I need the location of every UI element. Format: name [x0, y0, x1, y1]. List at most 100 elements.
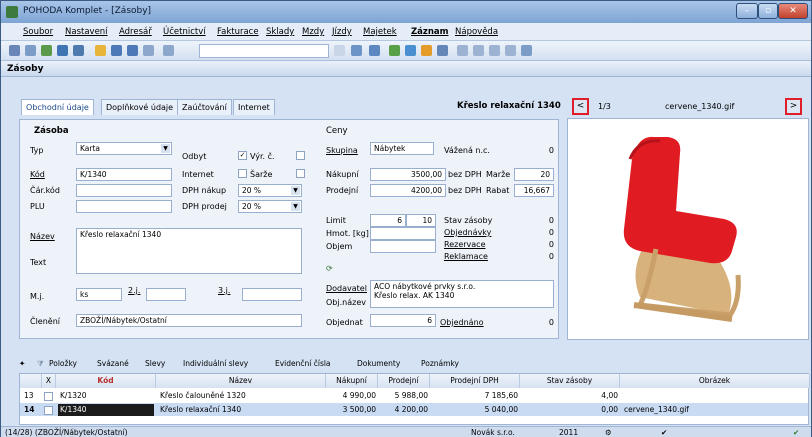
- carkod-field[interactable]: [76, 184, 172, 197]
- toolbar-icon[interactable]: [57, 45, 68, 56]
- mj2-field[interactable]: [146, 288, 186, 301]
- skupina-field[interactable]: Nábytek: [370, 142, 434, 155]
- status-gear-icon[interactable]: ⚙: [605, 428, 612, 437]
- toolbar-icon[interactable]: [41, 45, 52, 56]
- cell-stav[interactable]: 0,00: [520, 404, 618, 416]
- tab-zauctovani[interactable]: Zaúčtování: [177, 99, 232, 115]
- objednavky-link[interactable]: Objednávky: [444, 228, 491, 237]
- menu-fakturace[interactable]: Fakturace: [217, 27, 259, 37]
- toolbar-icon[interactable]: [73, 45, 84, 56]
- tab-internet[interactable]: Internet: [233, 99, 275, 115]
- row-checkbox[interactable]: [44, 392, 53, 401]
- toolbar-icon[interactable]: [421, 45, 432, 56]
- tab-slevy[interactable]: Slevy: [145, 359, 165, 368]
- column-header-nakupni[interactable]: Nákupní: [326, 374, 378, 388]
- vyr-cislo-extra-checkbox[interactable]: [296, 151, 305, 160]
- toolbar-icon[interactable]: [163, 45, 174, 56]
- toolbar-icon[interactable]: [25, 45, 36, 56]
- cell-obrazek[interactable]: cervene_1340.gif: [624, 404, 689, 416]
- row-checkbox[interactable]: [44, 406, 53, 415]
- cell-nazev[interactable]: Křeslo čalouněné 1320: [160, 390, 246, 402]
- cell-stav[interactable]: 4,00: [520, 390, 618, 402]
- toolbar-icon[interactable]: [143, 45, 154, 56]
- toolbar-icon[interactable]: [127, 45, 138, 56]
- cell-kod[interactable]: K/1320: [60, 390, 87, 402]
- toolbar-icon[interactable]: [369, 45, 380, 56]
- cell-nakupni[interactable]: 3 500,00: [326, 404, 376, 416]
- menu-adresar[interactable]: Adresář: [119, 27, 152, 37]
- mj-field[interactable]: ks: [76, 288, 122, 301]
- mj3-field[interactable]: [242, 288, 302, 301]
- minimize-button[interactable]: –: [736, 3, 758, 19]
- toolbar-icon[interactable]: [521, 45, 532, 56]
- toolbar-icon[interactable]: [111, 45, 122, 56]
- tab-evidencni-cisla[interactable]: Evidenční čísla: [275, 359, 331, 368]
- tab-svazane[interactable]: Svázané: [97, 359, 129, 368]
- column-header-stav[interactable]: Stav zásoby: [520, 374, 620, 388]
- column-header-prodejni[interactable]: Prodejní: [378, 374, 430, 388]
- cell-nazev[interactable]: Křeslo relaxační 1340: [160, 404, 241, 416]
- marze-field[interactable]: 20: [514, 168, 554, 181]
- toolbar-icon[interactable]: [389, 45, 400, 56]
- reklamace-link[interactable]: Reklamace: [444, 252, 488, 261]
- column-header-x[interactable]: X: [42, 374, 56, 388]
- dodavatel-field[interactable]: ACO nábytkové prvky s.r.o. Křeslo relax. …: [370, 280, 554, 308]
- column-header-prodejni-dph[interactable]: Prodejní DPH: [430, 374, 520, 388]
- rezervace-link[interactable]: Rezervace: [444, 240, 486, 249]
- menu-napoveda[interactable]: Nápověda: [455, 27, 498, 37]
- next-image-button[interactable]: >: [785, 98, 802, 115]
- limit-min-field[interactable]: 6: [370, 214, 406, 227]
- objednano-link[interactable]: Objednáno: [440, 318, 484, 327]
- cell-prodejni-dph[interactable]: 7 185,60: [430, 390, 518, 402]
- close-button[interactable]: ✕: [778, 3, 808, 19]
- menu-ucetnictvi[interactable]: Účetnictví: [163, 27, 206, 37]
- limit-max-field[interactable]: 10: [406, 214, 436, 227]
- rabat-field[interactable]: 16,667: [514, 184, 554, 197]
- sarze-checkbox[interactable]: [296, 169, 305, 178]
- tab-polozky[interactable]: Položky: [49, 359, 77, 368]
- menu-mzdy[interactable]: Mzdy: [302, 27, 324, 37]
- tab-individualni-slevy[interactable]: Individuální slevy: [183, 359, 248, 368]
- cell-prodejni[interactable]: 5 988,00: [378, 390, 428, 402]
- nazev-field[interactable]: Křeslo relaxační 1340: [76, 228, 302, 274]
- tab-poznamky[interactable]: Poznámky: [421, 359, 459, 368]
- objem-field[interactable]: [370, 240, 436, 253]
- toolbar-icon[interactable]: [405, 45, 416, 56]
- objednat-field[interactable]: 6: [370, 314, 436, 327]
- menu-sklady[interactable]: Sklady: [266, 27, 294, 37]
- cell-kod[interactable]: K/1340: [58, 404, 154, 416]
- cell-prodejni-dph[interactable]: 5 040,00: [430, 404, 518, 416]
- hmot-field[interactable]: [370, 227, 436, 240]
- toolbar-icon[interactable]: [457, 45, 468, 56]
- toolbar-icon[interactable]: [505, 45, 516, 56]
- toolbar-icon[interactable]: [95, 45, 106, 56]
- cell-prodejni[interactable]: 4 200,00: [378, 404, 428, 416]
- typ-select[interactable]: Karta ▼: [76, 142, 172, 155]
- dropdown-icon[interactable]: [334, 45, 345, 56]
- maximize-button[interactable]: ▫: [758, 3, 778, 19]
- toolbar-icon[interactable]: [351, 45, 362, 56]
- dph-prodej-select[interactable]: 20 % ▼: [238, 200, 302, 213]
- tab-doplnkove-udaje[interactable]: Doplňkové údaje: [101, 99, 179, 115]
- filter-icon[interactable]: ⧩: [37, 359, 44, 369]
- column-header-kod[interactable]: Kód: [56, 374, 156, 388]
- cleneni-field[interactable]: ZBOŽÍ/Nábytek/Ostatní: [76, 314, 302, 327]
- prodejni-field[interactable]: 4200,00: [370, 184, 446, 197]
- add-row-icon[interactable]: ✦: [19, 359, 25, 368]
- menu-jizdy[interactable]: Jízdy: [332, 27, 352, 37]
- toolbar-icon[interactable]: [489, 45, 500, 56]
- menu-majetek[interactable]: Majetek: [363, 27, 397, 37]
- tab-obchodni-udaje[interactable]: Obchodní údaje: [21, 99, 94, 115]
- menu-zaznam[interactable]: Záznam: [411, 27, 449, 37]
- tab-dokumenty[interactable]: Dokumenty: [357, 359, 400, 368]
- toolbar-icon[interactable]: [9, 45, 20, 56]
- dph-nakup-select[interactable]: 20 % ▼: [238, 184, 302, 197]
- vyr-cislo-checkbox[interactable]: ✓: [238, 151, 247, 160]
- column-header-obrazek[interactable]: Obrázek: [620, 374, 810, 388]
- toolbar-icon[interactable]: [437, 45, 448, 56]
- cell-nakupni[interactable]: 4 990,00: [326, 390, 376, 402]
- refresh-icon[interactable]: ⟳: [326, 264, 333, 273]
- toolbar-icon[interactable]: [473, 45, 484, 56]
- menu-soubor[interactable]: Soubor: [23, 27, 53, 37]
- plu-field[interactable]: [76, 200, 172, 213]
